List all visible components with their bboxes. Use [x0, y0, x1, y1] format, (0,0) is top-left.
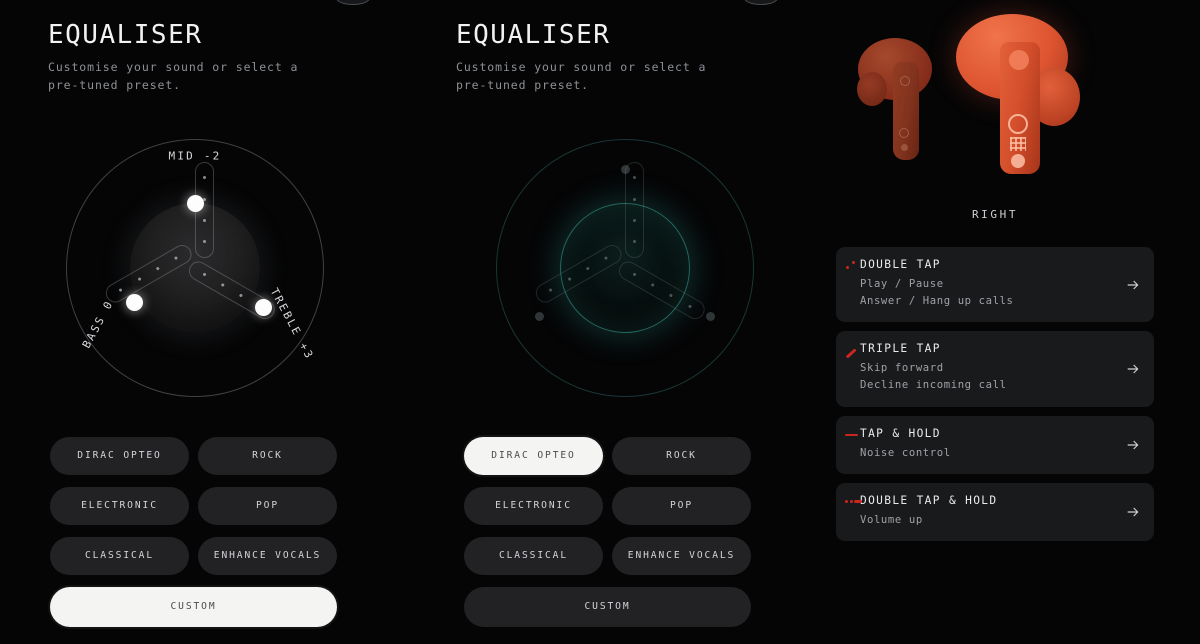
- preset-button-custom[interactable]: CUSTOM: [50, 586, 337, 627]
- earbud-left-led: [901, 144, 908, 151]
- eq-slider-tick: [650, 282, 656, 288]
- eq-slider-tick: [155, 266, 160, 272]
- arrow-right-icon[interactable]: [1125, 277, 1141, 293]
- eq-slider-tick: [632, 175, 637, 180]
- gesture-title: TAP & HOLD: [860, 426, 941, 440]
- subtitle-line-2: pre-tuned preset.: [48, 77, 182, 92]
- eq-slider-tick: [202, 272, 208, 278]
- eq-slider-tick: [202, 239, 207, 244]
- page-subtitle-secondary: Customise your sound or select a pre-tun…: [456, 59, 816, 95]
- eq-slider-tick: [632, 218, 637, 223]
- gesture-card-tap-hold[interactable]: TAP & HOLD Noise control: [836, 415, 1154, 474]
- earbud-illustration: [836, 0, 1154, 196]
- preset-button-electronic-secondary[interactable]: ELECTRONIC: [464, 486, 603, 525]
- gesture-line-2: Answer / Hang up calls: [860, 295, 1014, 308]
- gesture-line-2: Decline incoming call: [860, 379, 1007, 392]
- eq-slider-tick: [668, 293, 674, 299]
- arrow-right-icon[interactable]: [1125, 361, 1141, 377]
- eq-dial-left[interactable]: MID -2 BASS 0 TREBLE +3: [66, 138, 324, 397]
- earbud-left-sensor: [899, 128, 909, 138]
- eq-dial-right[interactable]: [496, 138, 754, 397]
- preset-grid-right: DIRAC OPTEO ROCK ELECTRONIC POP CLASSICA…: [464, 436, 751, 627]
- gesture-title: DOUBLE TAP: [860, 258, 941, 271]
- equaliser-panel-left: EQUALISER Customise your sound or select…: [0, 0, 408, 644]
- earbud-side-label: RIGHT: [971, 208, 1019, 221]
- gesture-line-1: Noise control: [860, 446, 951, 459]
- gesture-card-triple-tap[interactable]: TRIPLE TAP Skip forward Decline incoming…: [836, 331, 1154, 407]
- preset-button-dirac-opteo-secondary[interactable]: DIRAC OPTEO: [464, 436, 603, 475]
- subtitle-line-1: Customise your sound or select a: [48, 60, 299, 74]
- earbud-right-mic-grille: [1010, 137, 1026, 151]
- gesture-card-double-tap[interactable]: DOUBLE TAP Play / Pause Answer / Hang up…: [836, 247, 1154, 323]
- earbud-left-ear-piece: [857, 72, 887, 106]
- preset-button-enhance-vocals[interactable]: ENHANCE VOCALS: [198, 536, 337, 575]
- gesture-card-double-tap-hold[interactable]: DOUBLE TAP & HOLD Volume up: [836, 482, 1154, 541]
- eq-slider-tick: [118, 287, 123, 293]
- eq-slider-tick: [202, 175, 207, 180]
- eq-slider-tick: [137, 276, 142, 282]
- arrow-right-icon[interactable]: [1125, 504, 1141, 520]
- eq-slider-mid[interactable]: [625, 162, 644, 259]
- earbud-controls-panel: RIGHT DOUBLE TAP Play / Pause Answer / H…: [816, 0, 1200, 644]
- eq-slider-tick: [603, 255, 609, 261]
- eq-knob-mid[interactable]: [620, 164, 630, 174]
- gesture-title: DOUBLE TAP & HOLD: [860, 493, 998, 507]
- earbud-right-touch-ring: [1008, 114, 1028, 134]
- gesture-line-1: Skip forward: [860, 362, 944, 375]
- gesture-title: TRIPLE TAP: [860, 342, 941, 356]
- gesture-line-1: Volume up: [860, 513, 923, 526]
- double-tap-hold-icon: [845, 497, 862, 507]
- tap-hold-icon: [845, 430, 859, 440]
- eq-slider-tick: [687, 304, 693, 310]
- eq-slider-tick: [632, 272, 638, 278]
- eq-slider-tick: [632, 239, 637, 244]
- eq-knob-bass[interactable]: [125, 294, 143, 312]
- page-title-secondary: EQUALISER: [456, 20, 611, 50]
- eq-slider-tick: [548, 287, 553, 293]
- gesture-card-list: DOUBLE TAP Play / Pause Answer / Hang up…: [836, 247, 1154, 541]
- earbud-right-top-button: [1009, 50, 1029, 70]
- eq-axis-label-mid: MID -2: [168, 149, 222, 163]
- eq-knob-mid[interactable]: [186, 194, 204, 212]
- double-tap-icon: [845, 261, 859, 271]
- subtitle-line-2-secondary: pre-tuned preset.: [456, 77, 590, 92]
- preset-button-classical[interactable]: CLASSICAL: [50, 536, 189, 575]
- page-title: EQUALISER: [48, 20, 203, 50]
- earbud-right-led: [1011, 154, 1025, 168]
- subtitle-line-1-secondary: Customise your sound or select a: [456, 60, 707, 74]
- eq-slider-tick: [173, 255, 179, 261]
- earbud-left[interactable]: [857, 28, 944, 163]
- preset-button-rock-secondary[interactable]: ROCK: [612, 436, 751, 475]
- preset-button-custom-secondary[interactable]: CUSTOM: [464, 586, 751, 627]
- triple-tap-icon: [845, 345, 859, 359]
- preset-button-pop[interactable]: POP: [198, 486, 337, 525]
- preset-button-pop-secondary[interactable]: POP: [612, 486, 751, 525]
- preset-button-electronic[interactable]: ELECTRONIC: [50, 486, 189, 525]
- eq-knob-treble[interactable]: [255, 298, 273, 316]
- page-subtitle: Customise your sound or select a pre-tun…: [48, 59, 408, 95]
- eq-slider-tick: [238, 293, 244, 299]
- earbud-right[interactable]: [956, 6, 1086, 184]
- earbud-left-mark: [900, 76, 910, 86]
- eq-slider-tick: [567, 276, 572, 282]
- gesture-line-1: Play / Pause: [860, 278, 944, 290]
- preset-button-enhance-vocals-secondary[interactable]: ENHANCE VOCALS: [612, 536, 751, 575]
- equaliser-panel-right: EQUALISER Customise your sound or select…: [408, 0, 816, 644]
- preset-button-dirac-opteo[interactable]: DIRAC OPTEO: [50, 436, 189, 475]
- eq-slider-tick: [220, 282, 226, 288]
- preset-button-rock[interactable]: ROCK: [198, 436, 337, 475]
- arrow-right-icon[interactable]: [1125, 437, 1141, 453]
- app-root: EQUALISER Customise your sound or select…: [0, 0, 1200, 644]
- eq-slider-tick: [585, 266, 590, 272]
- eq-slider-tick: [202, 218, 207, 223]
- preset-button-classical-secondary[interactable]: CLASSICAL: [464, 536, 603, 575]
- preset-grid-left: DIRAC OPTEO ROCK ELECTRONIC POP CLASSICA…: [50, 436, 337, 627]
- eq-slider-tick: [632, 197, 637, 202]
